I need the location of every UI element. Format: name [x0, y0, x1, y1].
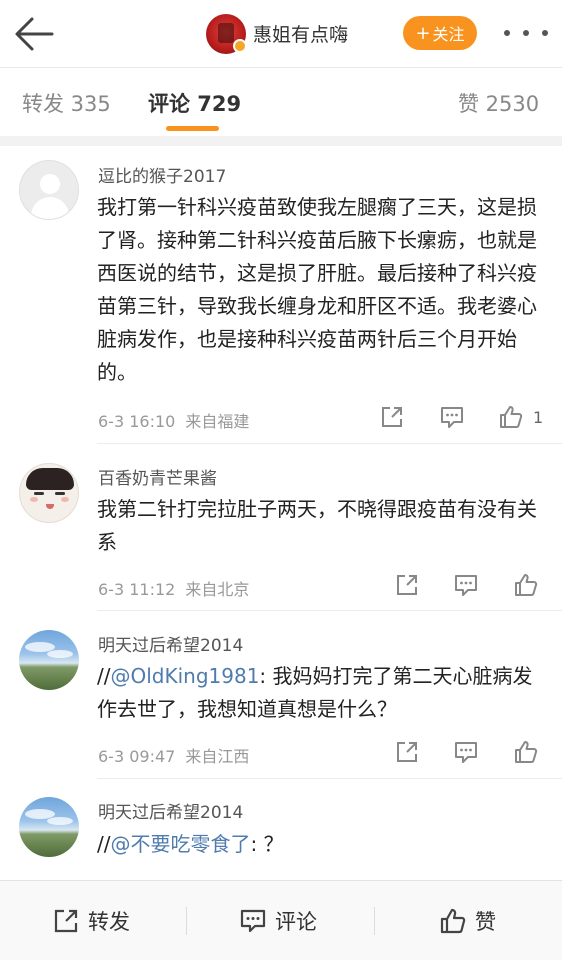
comment-username[interactable]: 逗比的猴子2017 — [98, 162, 226, 187]
tab-like[interactable]: 赞 2530 — [458, 88, 539, 118]
sky-landscape-avatar[interactable] — [19, 797, 79, 857]
comment-time: 6-3 09:47 — [98, 747, 176, 766]
reply-icon[interactable] — [439, 404, 465, 430]
reply-icon[interactable] — [453, 572, 479, 598]
verified-badge-icon — [233, 39, 247, 53]
like-icon[interactable] — [513, 572, 539, 598]
tab-bar: 转发 335 评论 729 赞 2530 — [0, 68, 562, 136]
comment-text: //@OldKing1981: 我妈妈打完了第二天心脏病发作去世了，我想知道真想… — [97, 660, 549, 726]
comment-meta: 6-3 09:47 来自江西 — [98, 743, 249, 767]
like-icon[interactable] — [498, 404, 524, 430]
active-tab-indicator — [166, 126, 219, 131]
comment-meta: 6-3 16:10 来自福建 — [98, 408, 249, 432]
comment-body: : ？ — [250, 832, 284, 856]
repost-prefix: // — [97, 832, 111, 856]
repost-prefix: // — [97, 664, 111, 688]
comment-text: //@不要吃零食了: ？ — [97, 828, 549, 861]
follow-button[interactable]: + 关注 — [403, 16, 477, 50]
comment-item: 明天过后希望2014 //@不要吃零食了: ？ — [0, 779, 562, 880]
section-gap — [0, 136, 562, 146]
cartoon-face-avatar[interactable] — [19, 463, 79, 523]
comment-time: 6-3 11:12 — [98, 580, 176, 599]
like-icon — [440, 908, 466, 934]
back-arrow-icon[interactable] — [12, 14, 56, 54]
comment-button[interactable]: 评论 — [239, 905, 317, 937]
share-icon — [54, 909, 78, 933]
share-icon[interactable] — [394, 739, 420, 765]
more-dots-icon[interactable] — [504, 22, 548, 44]
default-avatar[interactable] — [19, 160, 79, 220]
comment-label: 评论 — [275, 910, 317, 934]
bottom-action-bar: 转发 评论 赞 — [0, 880, 562, 960]
share-icon[interactable] — [379, 404, 405, 430]
top-bar: 惠姐有点嗨 + 关注 — [0, 0, 562, 66]
account-name[interactable]: 惠姐有点嗨 — [253, 20, 348, 47]
comment-username[interactable]: 百香奶青芒果酱 — [98, 464, 217, 489]
share-icon[interactable] — [394, 572, 420, 598]
mention-link[interactable]: @不要吃零食了 — [110, 832, 250, 856]
like-label: 赞 — [475, 910, 496, 934]
comment-icon — [240, 909, 266, 933]
forward-label: 转发 — [88, 910, 130, 934]
comment-item: 明天过后希望2014 //@OldKing1981: 我妈妈打完了第二天心脏病发… — [0, 611, 562, 779]
comment-item: 百香奶青芒果酱 我第二针打完拉肚子两天，不晓得跟疫苗有没有关系 6-3 11:1… — [0, 444, 562, 611]
mention-link[interactable]: @OldKing1981 — [110, 664, 259, 688]
sky-landscape-avatar[interactable] — [19, 630, 79, 690]
bar-divider — [186, 907, 187, 935]
comment-location: 来自福建 — [185, 412, 250, 431]
comment-username[interactable]: 明天过后希望2014 — [98, 798, 243, 823]
plus-icon: + — [415, 22, 431, 44]
comment-location: 来自江西 — [185, 747, 250, 766]
comment-meta: 6-3 11:12 来自北京 — [98, 576, 249, 600]
tab-forward[interactable]: 转发 335 — [22, 88, 111, 118]
comment-text: 我第二针打完拉肚子两天，不晓得跟疫苗有没有关系 — [97, 497, 537, 554]
comment-time: 6-3 16:10 — [98, 412, 176, 431]
bar-divider — [374, 907, 375, 935]
forward-button[interactable]: 转发 — [52, 905, 130, 937]
follow-label: 关注 — [432, 25, 465, 44]
comment-location: 来自北京 — [185, 580, 250, 599]
comment-item: 逗比的猴子2017 我打第一针科兴疫苗致使我左腿瘸了三天，这是损了肾。接种第二针… — [0, 146, 562, 444]
tab-comment[interactable]: 评论 729 — [148, 88, 241, 118]
reply-icon[interactable] — [453, 739, 479, 765]
comment-username[interactable]: 明天过后希望2014 — [98, 631, 243, 656]
like-icon[interactable] — [513, 739, 539, 765]
like-button[interactable]: 赞 — [439, 905, 496, 937]
like-count: 1 — [533, 408, 544, 427]
comment-text: 我打第一针科兴疫苗致使我左腿瘸了三天，这是损了肾。接种第二针科兴疫苗后腋下长瘰疬… — [97, 195, 537, 384]
